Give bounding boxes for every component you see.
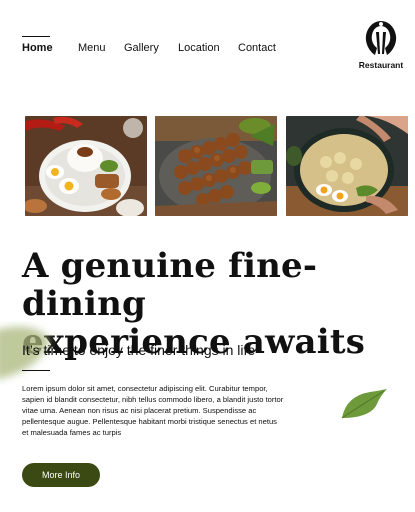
nav-active-underline <box>22 36 50 37</box>
nav-gallery[interactable]: Gallery <box>124 42 159 54</box>
nav-home[interactable]: Home <box>22 42 53 54</box>
hero-title-line1: A genuine fine-dining <box>22 246 318 324</box>
more-info-button[interactable]: More Info <box>22 463 100 487</box>
nav-contact[interactable]: Contact <box>238 42 276 54</box>
hero-body-text: Lorem ipsum dolor sit amet, consectetur … <box>22 384 284 437</box>
brand-name: Restaurant <box>358 60 404 70</box>
subtitle-divider <box>22 370 50 371</box>
nav-menu[interactable]: Menu <box>78 42 106 54</box>
leaf-icon <box>341 389 387 419</box>
nav-location[interactable]: Location <box>178 42 220 54</box>
rice-dish-photo <box>25 116 147 216</box>
noodle-bowl-photo <box>286 116 408 216</box>
brand-logo[interactable]: Restaurant <box>355 18 407 70</box>
satay-skewers-photo <box>155 116 277 216</box>
restaurant-logo-icon <box>365 21 397 55</box>
hero-subtitle: It’s time to enjoy the finer things in l… <box>22 342 256 358</box>
